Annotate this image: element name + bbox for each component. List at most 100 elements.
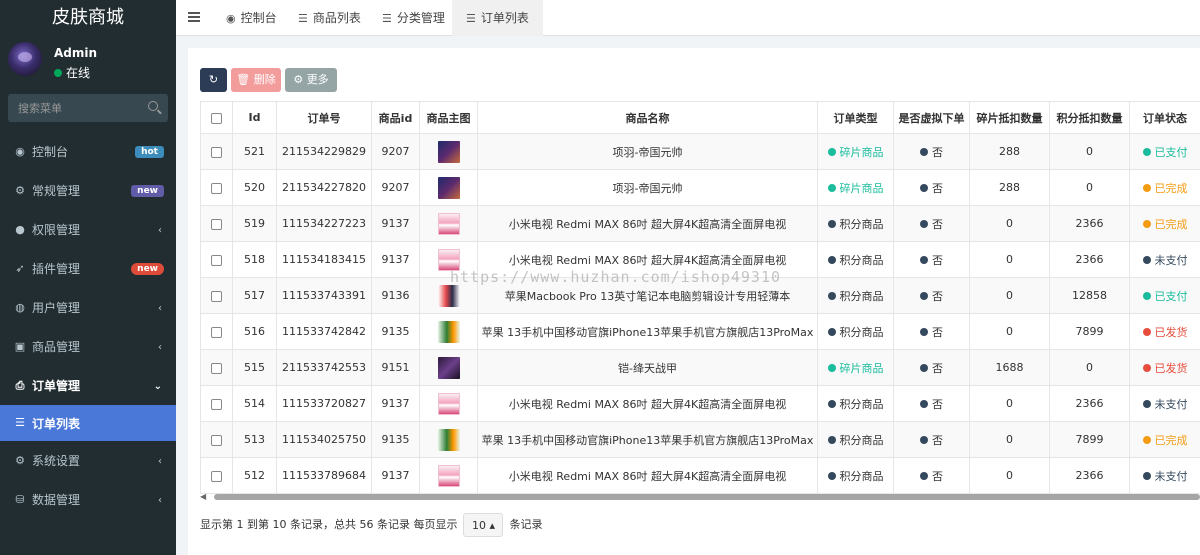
row-checkbox[interactable]: [211, 218, 222, 230]
table-row[interactable]: 517 111533743391 9136 苹果Macbook Pro 13英寸笔记本…: [200, 277, 1200, 314]
sidebar-item-settings[interactable]: ⚙ 系统设置 ‹: [0, 441, 176, 480]
scroll-left-icon[interactable]: ◀: [200, 492, 210, 502]
sidebar-item-orders[interactable]: ⎙ 订单管理 ⌄: [0, 366, 176, 405]
refresh-button[interactable]: ↻: [200, 68, 227, 92]
status-dot-icon: [1142, 183, 1151, 192]
sidebar-item-label: 权限管理: [32, 223, 81, 237]
tab-goods-list[interactable]: ☰ 商品列表: [284, 0, 375, 36]
status-dot-icon: [1142, 291, 1151, 300]
table-row[interactable]: 518 111534183415 9137 小米电视 Redmi MAX 86吋 超大…: [200, 241, 1200, 278]
cell-id: 517: [232, 277, 277, 314]
goods-thumbnail[interactable]: [437, 212, 460, 235]
app-logo[interactable]: 皮肤商城: [0, 0, 176, 36]
tab-order-list[interactable]: ☰ 订单列表: [452, 0, 543, 36]
dashboard-icon: ◉: [15, 144, 25, 158]
table-row[interactable]: 512 111533789684 9137 小米电视 Redmi MAX 86吋 超大…: [200, 457, 1200, 494]
chevron-left-icon: ‹: [158, 495, 162, 506]
goods-thumbnail[interactable]: [437, 320, 460, 343]
menu-search-input[interactable]: [8, 94, 138, 122]
table-row[interactable]: 520 211534227820 9207 项羽-帝国元帅 碎片商品 否 288 0 已完成: [200, 169, 1200, 206]
column-header[interactable]: 是否虚拟下单: [893, 101, 970, 134]
virtual-dot-icon: [920, 219, 928, 228]
tab-dashboard[interactable]: ◉ 控制台: [212, 0, 291, 36]
column-header[interactable]: 商品主图: [419, 101, 478, 134]
list-icon: ☰: [466, 12, 476, 25]
sidebar-item-plugins[interactable]: ➶ 插件管理 new: [0, 249, 176, 288]
column-header[interactable]: 订单号: [276, 101, 372, 134]
column-header[interactable]: Id: [232, 101, 277, 134]
cell-goods-id: 9135: [371, 313, 420, 350]
cell-points-qty: 2366: [1049, 457, 1130, 494]
column-header[interactable]: 商品名称: [477, 101, 818, 134]
tab-category[interactable]: ☰ 分类管理: [368, 0, 459, 36]
search-icon[interactable]: [148, 101, 158, 111]
row-checkbox[interactable]: [211, 398, 222, 410]
row-checkbox[interactable]: [211, 326, 222, 338]
table-row[interactable]: 519 111534227223 9137 小米电视 Redmi MAX 86吋 超大…: [200, 205, 1200, 242]
column-header[interactable]: 订单状态: [1129, 101, 1200, 134]
sidebar-item-goods[interactable]: ▣ 商品管理 ‹: [0, 327, 176, 366]
user-name: Admin: [54, 46, 98, 60]
table-row[interactable]: 515 211533742553 9151 铠-绛天战甲 碎片商品 否 1688 0 已发货: [200, 349, 1200, 386]
column-header[interactable]: 商品id: [371, 101, 420, 134]
virtual-label: 否: [932, 361, 943, 375]
cell-id: 513: [232, 421, 277, 458]
virtual-dot-icon: [920, 435, 928, 444]
cell-order-no: 211533742553: [276, 349, 372, 386]
row-select-cell: [200, 457, 233, 494]
goods-thumbnail[interactable]: [437, 464, 460, 487]
goods-thumbnail[interactable]: [437, 284, 460, 307]
sidebar-item-dashboard[interactable]: ◉ 控制台 hot: [0, 132, 176, 171]
row-checkbox[interactable]: [211, 362, 222, 374]
pagination-suffix: 条记录: [509, 518, 543, 531]
row-select-cell: [200, 205, 233, 242]
page-size-value: 10: [471, 519, 486, 532]
user-status-label: 在线: [66, 66, 91, 80]
table-row[interactable]: 513 111534025750 9135 苹果 13手机中国移动官旗iPhone13…: [200, 421, 1200, 458]
more-button[interactable]: ⚙ 更多: [285, 68, 337, 92]
status-dot-icon: [1142, 399, 1151, 408]
menu-toggle-icon[interactable]: [188, 12, 200, 22]
column-header[interactable]: 订单类型: [817, 101, 894, 134]
row-checkbox[interactable]: [211, 434, 222, 446]
select-all-checkbox[interactable]: [211, 112, 222, 124]
row-checkbox[interactable]: [211, 146, 222, 158]
cell-order-no: 111534025750: [276, 421, 372, 458]
scrollbar-thumb[interactable]: [214, 494, 1200, 500]
delete-button[interactable]: 🗑 删除: [231, 68, 281, 92]
new-badge: new: [131, 263, 164, 275]
goods-thumbnail[interactable]: [437, 248, 460, 271]
column-header[interactable]: 碎片抵扣数量: [969, 101, 1050, 134]
sidebar-item-auth[interactable]: ● 权限管理 ‹: [0, 210, 176, 249]
table-row[interactable]: 521 211534229829 9207 项羽-帝国元帅 碎片商品 否 288 0 已支付: [200, 133, 1200, 170]
cell-goods-name: 项羽-帝国元帅: [477, 169, 818, 206]
cell-goods-id: 9151: [371, 349, 420, 386]
user-status: 在线: [54, 64, 90, 81]
sidebar-item-data[interactable]: ⛁ 数据管理 ‹: [0, 480, 176, 519]
goods-thumbnail[interactable]: [437, 176, 460, 199]
users-icon: ●: [15, 222, 25, 236]
sidebar-item-users[interactable]: ◍ 用户管理 ‹: [0, 288, 176, 327]
goods-thumbnail[interactable]: [437, 392, 460, 415]
online-status-icon: [54, 69, 62, 77]
status-badge: 未支付: [1154, 469, 1188, 483]
sidebar-item-general[interactable]: ⚙ 常规管理 new: [0, 171, 176, 210]
select-all-cell: [200, 101, 233, 134]
goods-thumbnail[interactable]: [437, 140, 460, 163]
goods-thumbnail[interactable]: [437, 356, 460, 379]
row-checkbox[interactable]: [211, 470, 222, 482]
row-checkbox[interactable]: [211, 182, 222, 194]
row-checkbox[interactable]: [211, 290, 222, 302]
cell-order-type: 积分商品: [817, 241, 894, 278]
table-row[interactable]: 516 111533742842 9135 苹果 13手机中国移动官旗iPhone13…: [200, 313, 1200, 350]
row-checkbox[interactable]: [211, 254, 222, 266]
column-header[interactable]: 积分抵扣数量: [1049, 101, 1130, 134]
cell-order-type: 积分商品: [817, 205, 894, 242]
goods-thumbnail[interactable]: [437, 428, 460, 451]
cell-goods-id: 9135: [371, 421, 420, 458]
page-size-select[interactable]: 10 ▴: [463, 513, 504, 537]
sidebar-item-order-list[interactable]: ☰ 订单列表: [0, 405, 176, 441]
horizontal-scrollbar[interactable]: ◀: [200, 492, 1200, 502]
table-row[interactable]: 514 111533720827 9137 小米电视 Redmi MAX 86吋 超大…: [200, 385, 1200, 422]
cell-status: 已支付: [1129, 277, 1200, 314]
